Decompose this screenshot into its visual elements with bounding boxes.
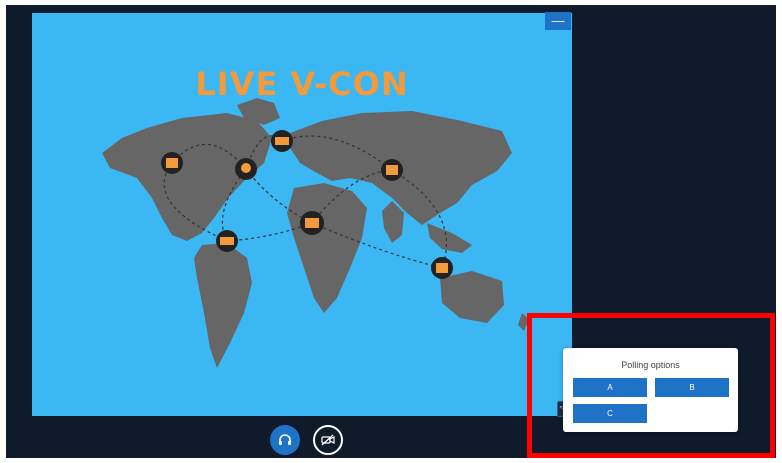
video-toggle-button[interactable] bbox=[313, 425, 343, 455]
marker-south-america bbox=[216, 230, 238, 252]
camera-off-icon bbox=[321, 434, 335, 446]
marker-asia bbox=[381, 159, 403, 181]
minimize-slide-button[interactable]: — bbox=[545, 12, 571, 30]
marker-africa bbox=[300, 211, 324, 235]
marker-greenland bbox=[271, 130, 293, 152]
marker-canada bbox=[235, 158, 257, 180]
slide-title: LIVE V-CON bbox=[195, 65, 409, 103]
marker-oceania bbox=[431, 257, 453, 279]
highlight-annotation-box bbox=[527, 313, 775, 458]
slide-canvas: LIVE V-CON bbox=[32, 13, 572, 416]
audio-toggle-button[interactable] bbox=[270, 425, 300, 455]
marker-north-america bbox=[161, 152, 183, 174]
headset-icon bbox=[279, 434, 291, 445]
